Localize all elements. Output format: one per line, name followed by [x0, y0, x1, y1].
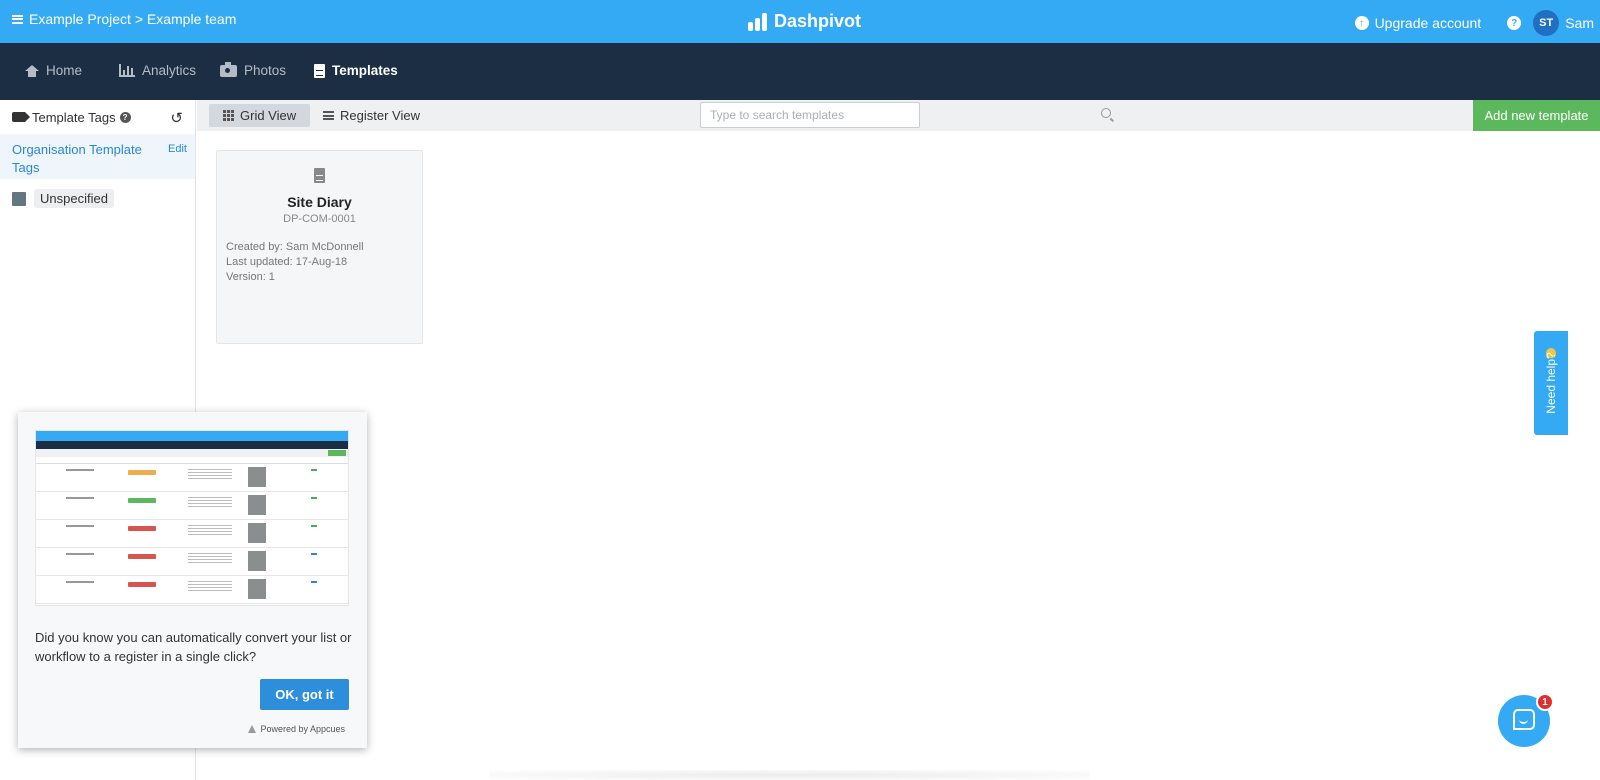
chat-bubble-icon	[1513, 709, 1535, 730]
grid-view-button[interactable]: Grid View	[209, 104, 311, 127]
list-icon	[323, 111, 334, 120]
template-title: Site Diary	[287, 194, 352, 210]
bar-chart-icon	[119, 64, 135, 77]
appcues-tip-popup: Did you know you can automatically conve…	[18, 412, 367, 748]
register-view-label: Register View	[340, 108, 420, 123]
grid-view-label: Grid View	[240, 108, 297, 123]
powered-by-appcues[interactable]: Powered by Appcues	[248, 724, 345, 734]
template-card[interactable]: Site Diary DP-COM-0001 Created by: Sam M…	[216, 150, 423, 344]
grid-icon	[223, 110, 234, 121]
powered-by-label: Powered by Appcues	[260, 724, 345, 734]
top-right-actions: ↑ Upgrade account ? ST Sam	[1354, 10, 1594, 36]
template-meta: Created by: Sam McDonnell Last updated: …	[217, 240, 422, 285]
nav-item-label: Templates	[332, 63, 398, 78]
sidebar-title: Template Tags	[32, 109, 116, 125]
organisation-template-tags[interactable]: Organisation Template Tags Edit	[0, 134, 195, 179]
search-input[interactable]	[700, 102, 920, 128]
top-bar: Example Project > Example team Dashpivot…	[0, 0, 1600, 43]
home-icon	[25, 64, 39, 77]
document-icon	[314, 168, 325, 183]
bottom-shadow	[490, 770, 1090, 780]
add-new-template-button[interactable]: Add new template	[1473, 100, 1600, 131]
camera-icon	[220, 61, 237, 77]
nav-item-analytics[interactable]: Analytics	[119, 63, 196, 78]
tag-color-swatch	[12, 191, 26, 206]
tag-icon	[12, 112, 30, 122]
org-tags-label[interactable]: Organisation Template Tags	[12, 141, 152, 177]
need-help-label: Need help?	[1544, 352, 1558, 414]
version: Version: 1	[226, 271, 275, 283]
register-view-button[interactable]: Register View	[309, 104, 434, 127]
brand-name: Dashpivot	[774, 11, 862, 31]
sidebar-header: Template Tags ?	[0, 100, 195, 134]
brand-logo[interactable]: Dashpivot	[748, 11, 861, 32]
view-toolbar: Grid View Register View Add new template	[197, 100, 1600, 131]
document-icon	[314, 63, 325, 78]
tag-label[interactable]: Unspecified	[34, 189, 114, 208]
edit-tags-link[interactable]: Edit	[168, 143, 187, 155]
breadcrumb-label[interactable]: Example Project > Example team	[29, 11, 236, 27]
nav-item-label: Photos	[244, 63, 287, 78]
upgrade-account-link[interactable]: ↑ Upgrade account	[1354, 15, 1482, 31]
last-updated: Last updated: 17-Aug-18	[226, 256, 348, 268]
nav-item-home[interactable]: Home	[25, 63, 82, 78]
ok-got-it-button[interactable]: OK, got it	[260, 679, 349, 710]
upgrade-arrow-icon: ↑	[1354, 16, 1369, 30]
created-by: Created by: Sam McDonnell	[226, 241, 364, 253]
nav-item-label: Analytics	[142, 63, 197, 78]
popup-message: Did you know you can automatically conve…	[35, 630, 352, 664]
project-breadcrumb[interactable]: Example Project > Example team	[12, 11, 236, 27]
nav-item-templates[interactable]: Templates	[314, 63, 398, 78]
main-nav: Home Analytics Photos Templates	[0, 43, 1600, 100]
dashpivot-logo-icon	[748, 12, 767, 31]
template-code: DP-COM-0001	[283, 213, 356, 225]
hamburger-menu-icon[interactable]	[12, 14, 23, 24]
need-help-tab[interactable]: Need help?	[1534, 331, 1568, 435]
help-icon[interactable]: ?	[1507, 16, 1522, 30]
reset-icon[interactable]: ↺	[170, 109, 183, 127]
user-name[interactable]: Sam	[1565, 15, 1594, 31]
question-icon[interactable]: ?	[119, 111, 131, 123]
upgrade-label: Upgrade account	[1374, 15, 1482, 31]
appcues-logo-icon	[248, 725, 257, 733]
tag-item[interactable]: Unspecified	[0, 179, 195, 218]
nav-item-label: Home	[46, 63, 83, 78]
register-view-preview-image	[35, 430, 349, 606]
unread-count-badge: 1	[1536, 693, 1554, 711]
search-icon[interactable]	[1101, 108, 1111, 118]
avatar[interactable]: ST	[1533, 10, 1560, 36]
nav-item-photos[interactable]: Photos	[220, 61, 287, 78]
